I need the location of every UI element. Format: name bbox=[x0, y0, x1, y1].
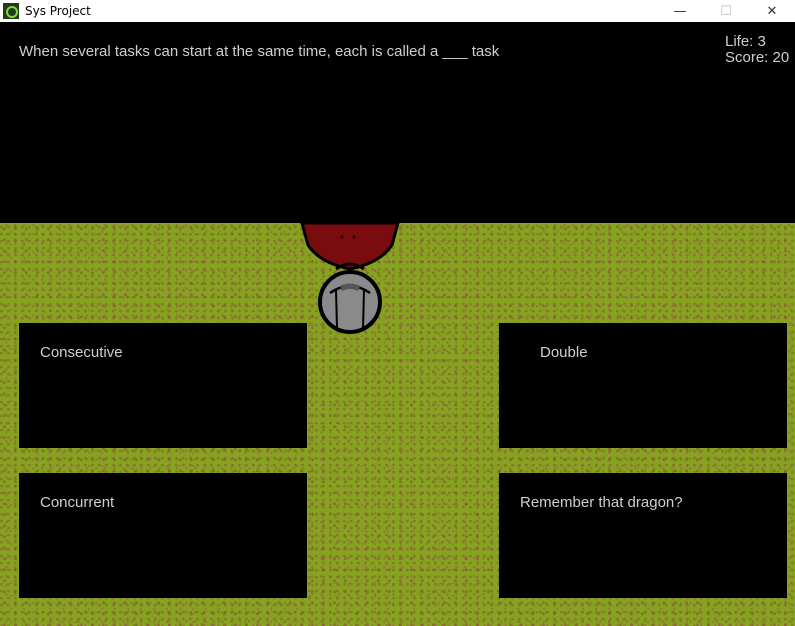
answer-label: Concurrent bbox=[40, 494, 115, 511]
minimize-button[interactable]: — bbox=[657, 0, 703, 22]
player-cape bbox=[300, 223, 400, 271]
answer-option-1[interactable]: Consecutive bbox=[19, 323, 307, 448]
game-window: Sys Project — ☐ ✕ When several tasks can… bbox=[0, 0, 795, 626]
answer-label: Consecutive bbox=[40, 344, 123, 361]
answer-label: Remember that dragon? bbox=[520, 494, 683, 511]
score-counter: Score: 20 bbox=[725, 49, 790, 66]
answer-option-2[interactable]: Double bbox=[499, 323, 787, 448]
title-bar[interactable]: Sys Project — ☐ ✕ bbox=[0, 0, 795, 22]
player-sprite bbox=[300, 223, 400, 334]
maximize-button[interactable]: ☐ bbox=[703, 0, 749, 22]
answer-label: Double bbox=[540, 344, 588, 361]
answer-option-3[interactable]: Concurrent bbox=[19, 473, 307, 598]
question-panel: When several tasks can start at the same… bbox=[0, 22, 795, 223]
question-text: When several tasks can start at the same… bbox=[19, 43, 500, 60]
window-title: Sys Project bbox=[25, 4, 91, 18]
hud: Life: 3 Score: 20 bbox=[725, 34, 789, 66]
window-controls: — ☐ ✕ bbox=[657, 0, 795, 22]
close-button[interactable]: ✕ bbox=[749, 0, 795, 22]
game-area: When several tasks can start at the same… bbox=[0, 22, 795, 626]
player-helmet bbox=[318, 270, 382, 334]
answer-option-4[interactable]: Remember that dragon? bbox=[499, 473, 787, 598]
life-counter: Life: 3 bbox=[725, 33, 766, 50]
app-icon bbox=[3, 3, 19, 19]
